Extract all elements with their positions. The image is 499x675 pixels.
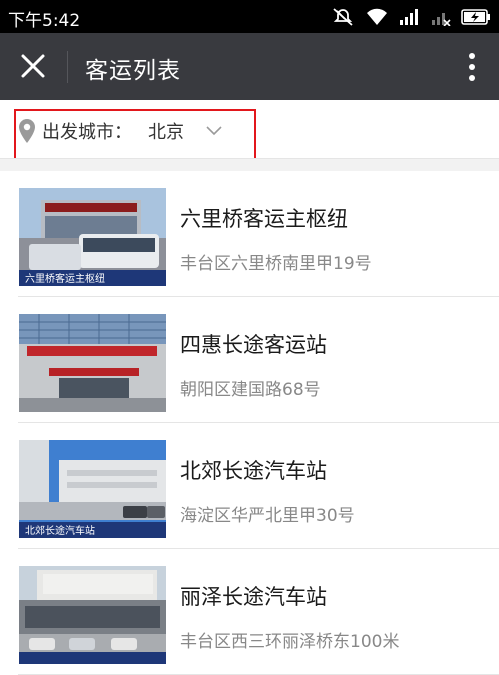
- chevron-down-icon: [206, 126, 222, 136]
- city-selector[interactable]: 出发城市： 北京: [18, 118, 222, 144]
- more-vertical-icon: [468, 52, 476, 82]
- station-thumbnail: [19, 566, 166, 664]
- status-bar: 下午5:42: [0, 0, 499, 33]
- signal-x-icon: [431, 8, 451, 26]
- station-item[interactable]: 北郊长途汽车站 北郊长途汽车站 海淀区华严北里甲30号: [0, 423, 499, 549]
- title-bar: 客运列表: [0, 33, 499, 100]
- wifi-icon: [365, 8, 389, 26]
- station-thumbnail: [19, 314, 166, 412]
- mute-icon: [331, 7, 355, 27]
- station-name: 四惠长途客运站: [180, 329, 327, 359]
- station-thumbnail: 六里桥客运主枢纽: [19, 188, 166, 286]
- station-address: 朝阳区建国路68号: [180, 375, 321, 400]
- close-button[interactable]: [10, 43, 56, 89]
- status-icons: [331, 6, 491, 28]
- station-thumbnail: 北郊长途汽车站: [19, 440, 166, 538]
- status-time: 下午5:42: [8, 6, 80, 31]
- station-list: 六里桥客运主枢纽 六里桥客运主枢纽 丰台区六里桥南里甲19号 四惠长途客运站 朝…: [0, 171, 499, 675]
- battery-charging-icon: [461, 9, 491, 25]
- thumb-caption: 六里桥客运主枢纽: [25, 272, 105, 285]
- station-address: 海淀区华严北里甲30号: [180, 501, 355, 526]
- station-name: 丽泽长途汽车站: [180, 581, 327, 611]
- station-address: 丰台区西三环丽泽桥东100米: [180, 627, 399, 652]
- filter-value: 北京: [148, 118, 184, 144]
- location-pin-icon: [18, 118, 36, 144]
- more-button[interactable]: [457, 47, 487, 87]
- filter-label: 出发城市：: [42, 118, 132, 144]
- station-address: 丰台区六里桥南里甲19号: [180, 249, 372, 274]
- station-name: 北郊长途汽车站: [180, 455, 327, 485]
- title-divider: [67, 51, 68, 83]
- thumb-caption: 北郊长途汽车站: [25, 524, 95, 537]
- station-item[interactable]: 四惠长途客运站 朝阳区建国路68号: [0, 297, 499, 423]
- page-title: 客运列表: [85, 51, 181, 85]
- filter-bar: 出发城市： 北京: [0, 100, 499, 158]
- close-icon: [20, 53, 46, 79]
- station-item[interactable]: 六里桥客运主枢纽 六里桥客运主枢纽 丰台区六里桥南里甲19号: [0, 171, 499, 297]
- station-name: 六里桥客运主枢纽: [180, 203, 348, 233]
- signal-icon: [399, 8, 421, 26]
- station-item[interactable]: 丽泽长途汽车站 丰台区西三环丽泽桥东100米: [0, 549, 499, 675]
- section-separator: [0, 158, 499, 171]
